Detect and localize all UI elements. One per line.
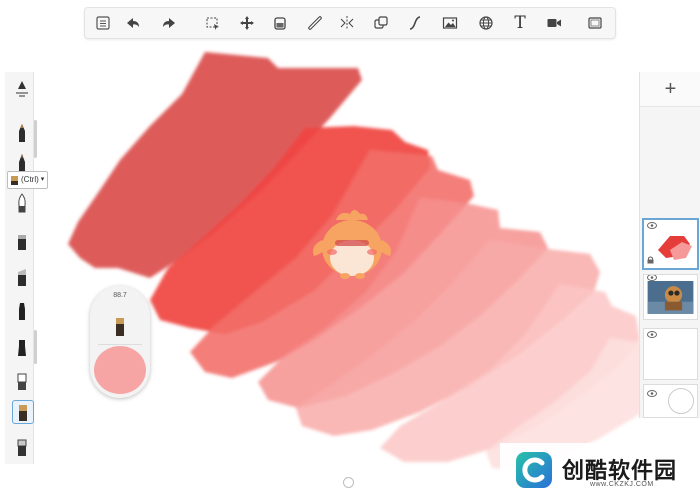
smudge-brush-icon[interactable] (13, 370, 31, 392)
eraser-brush-icon[interactable] (13, 436, 31, 458)
drawing-canvas[interactable] (0, 0, 700, 495)
selected-brush-icon[interactable] (12, 400, 34, 424)
brush-size-value: 88.7 (113, 292, 127, 299)
layer-character-preview (647, 281, 694, 314)
perspective-grid-icon[interactable] (476, 13, 496, 33)
color-swatch[interactable] (94, 346, 146, 394)
puck-divider (98, 344, 142, 345)
fullscreen-icon[interactable] (585, 13, 605, 33)
lock-icon[interactable] (647, 256, 654, 264)
selection-icon[interactable] (203, 13, 223, 33)
layer-paint-active[interactable] (642, 218, 699, 270)
watermark: 创酷软件园 www.CKZKJ.COM (500, 443, 700, 495)
fill-bucket-icon[interactable] (270, 13, 290, 33)
add-layer-button[interactable]: + (640, 72, 700, 107)
flat-brush-icon[interactable] (13, 336, 31, 358)
brush-panel (5, 72, 34, 464)
layers-panel: + (639, 72, 700, 418)
layer-character[interactable] (643, 274, 698, 320)
text-icon[interactable]: T (510, 13, 530, 33)
symmetry-icon[interactable] (337, 13, 357, 33)
brush-panel-scroll-handle[interactable] (34, 120, 37, 158)
tooltip-caret-icon: ▾ (40, 176, 45, 183)
redo-icon[interactable] (159, 13, 179, 33)
background-color-circle[interactable] (668, 388, 694, 414)
eye-icon[interactable] (647, 390, 657, 397)
brush-puck[interactable]: 88.7 (90, 286, 150, 398)
pencil-brush-icon[interactable] (13, 122, 31, 144)
image-import-icon[interactable] (440, 13, 460, 33)
chisel-marker-icon[interactable] (13, 266, 31, 288)
undo-icon[interactable] (123, 13, 143, 33)
airbrush-icon[interactable] (13, 192, 31, 214)
layers-copy-icon[interactable] (371, 13, 391, 33)
top-toolbar: T (84, 7, 616, 39)
brush-panel-scroll-handle-lower[interactable] (34, 330, 37, 364)
paint-brush-icon[interactable] (13, 300, 31, 322)
layer-background[interactable] (643, 384, 698, 418)
list-menu-icon[interactable] (93, 13, 113, 33)
curve-icon[interactable] (405, 13, 425, 33)
current-brush-icon (116, 318, 124, 336)
shortcut-tooltip: (Ctrl) ▾ (7, 171, 49, 189)
watermark-url: www.CKZKJ.COM (590, 481, 654, 488)
video-record-icon[interactable] (544, 13, 564, 33)
eye-icon[interactable] (647, 331, 657, 338)
watermark-logo-icon (516, 452, 552, 488)
eye-icon[interactable] (647, 274, 657, 281)
move-icon[interactable] (237, 13, 257, 33)
page-indicator-dot[interactable] (343, 477, 354, 488)
brush-size-slider-icon[interactable] (13, 78, 31, 100)
ruler-icon[interactable] (305, 13, 325, 33)
marker-brush-icon[interactable] (13, 230, 31, 252)
layer-empty[interactable] (643, 328, 698, 380)
shortcut-tooltip-text: (Ctrl) (21, 175, 39, 184)
brush-tip-icon (11, 175, 18, 185)
